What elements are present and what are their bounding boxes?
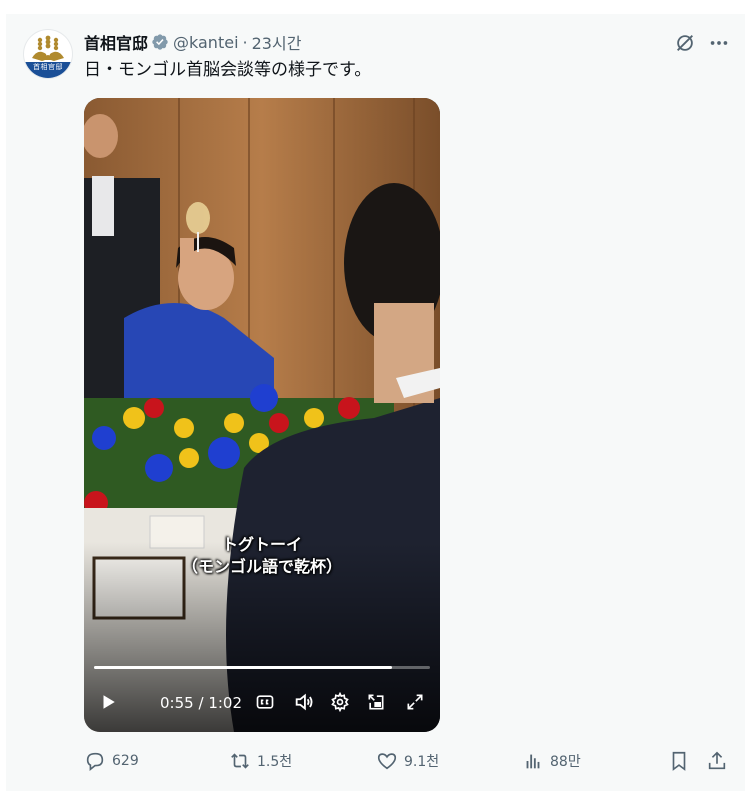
user-handle[interactable]: @kantei bbox=[173, 33, 239, 52]
volume-icon bbox=[295, 693, 313, 711]
play-button[interactable] bbox=[96, 690, 120, 714]
grok-button[interactable] bbox=[672, 30, 698, 56]
video-subtitle: トグトーイ （モンゴル語で乾杯） bbox=[84, 534, 440, 578]
more-horizontal-icon bbox=[710, 41, 728, 45]
reply-button[interactable]: 629 bbox=[84, 748, 139, 774]
post-action-bar: 629 1.5천 9.1천 88만 bbox=[84, 748, 732, 774]
time-separator: / bbox=[198, 694, 204, 712]
verified-badge-icon[interactable] bbox=[151, 33, 169, 51]
repost-button[interactable]: 1.5천 bbox=[229, 748, 292, 774]
video-player[interactable]: トグトーイ （モンゴル語で乾杯） 0:55 / 1:02 bbox=[84, 98, 440, 732]
subtitle-line-1: トグトーイ bbox=[221, 535, 302, 554]
video-progress-fill bbox=[94, 666, 393, 669]
separator-dot: · bbox=[242, 32, 248, 52]
heart-icon bbox=[377, 753, 397, 770]
like-button[interactable]: 9.1천 bbox=[376, 748, 439, 774]
video-progress-bar[interactable] bbox=[94, 666, 430, 669]
volume-button[interactable] bbox=[292, 690, 316, 714]
view-count: 88만 bbox=[550, 754, 581, 770]
share-button[interactable] bbox=[706, 748, 728, 774]
reply-count: 629 bbox=[112, 753, 139, 769]
settings-button[interactable] bbox=[328, 690, 352, 714]
duration: 1:02 bbox=[208, 694, 242, 712]
avatar[interactable]: 首相官邸 bbox=[24, 30, 72, 78]
post-text: 日・モンゴル首脳会談等の様子です。 bbox=[84, 60, 372, 80]
picture-in-picture-icon bbox=[368, 694, 384, 710]
closed-captions-icon bbox=[256, 695, 274, 709]
repost-count: 1.5천 bbox=[257, 754, 293, 770]
video-controls: 0:55 / 1:02 bbox=[84, 688, 440, 720]
display-name[interactable]: 首相官邸 bbox=[84, 30, 148, 54]
post-header: 首相官邸 @kantei · 23시간 bbox=[84, 30, 302, 54]
fullscreen-button[interactable] bbox=[403, 690, 427, 714]
reply-bubble-icon bbox=[86, 752, 104, 771]
current-time: 0:55 bbox=[160, 694, 194, 712]
gear-icon bbox=[331, 692, 349, 712]
subtitle-line-2: （モンゴル語で乾杯） bbox=[181, 557, 342, 576]
like-count: 9.1천 bbox=[404, 754, 440, 770]
repost-arrows-icon bbox=[231, 753, 249, 769]
video-frame bbox=[84, 98, 440, 732]
fullscreen-icon bbox=[407, 694, 423, 710]
views-button[interactable]: 88만 bbox=[522, 748, 581, 774]
captions-button[interactable] bbox=[253, 690, 277, 714]
more-options-button[interactable] bbox=[706, 30, 732, 56]
top-strip bbox=[0, 0, 751, 14]
post-timestamp[interactable]: 23시간 bbox=[252, 30, 302, 54]
bar-chart-icon bbox=[526, 754, 540, 769]
bookmark-icon bbox=[672, 751, 686, 771]
grok-slash-circle-icon bbox=[677, 35, 693, 51]
video-timecode: 0:55 / 1:02 bbox=[160, 694, 242, 712]
avatar-label: 首相官邸 bbox=[24, 62, 72, 78]
pip-button[interactable] bbox=[364, 690, 388, 714]
bookmark-button[interactable] bbox=[668, 748, 690, 774]
share-upload-icon bbox=[708, 751, 726, 770]
play-icon bbox=[103, 695, 115, 709]
